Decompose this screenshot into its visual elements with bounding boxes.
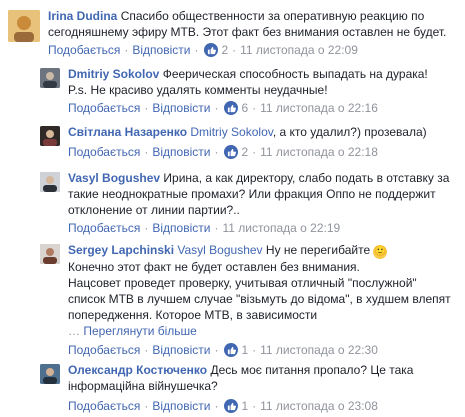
see-more-icon: …: [68, 324, 80, 338]
comment-text-line: інформаційна війнушечка?: [68, 379, 218, 393]
avatar[interactable]: [40, 364, 60, 384]
like-count[interactable]: 2: [241, 144, 248, 160]
avatar[interactable]: [40, 172, 60, 192]
user-photo-icon: [40, 364, 60, 384]
reply-button[interactable]: Відповісти: [152, 220, 210, 236]
comment-timestamp[interactable]: 11 листопада о 23:08: [260, 398, 378, 414]
thumbs-up-icon[interactable]: [204, 43, 219, 57]
comment-text-line: список МТВ в лучшем случае "візьмуть до …: [68, 292, 451, 306]
comment-actions: Подобається · Відповісти · 6 · 11 листоп…: [68, 100, 378, 116]
comment-text-line: Нацсовет проведет проверку, учитывая отл…: [68, 276, 417, 290]
comment-timestamp[interactable]: 11 листопада о 22:19: [222, 220, 340, 236]
like-button[interactable]: Подобається: [68, 144, 140, 160]
comment-author[interactable]: Vasyl Bogushev: [68, 171, 160, 185]
mention-link[interactable]: Vasyl Bogushev: [177, 243, 262, 257]
comment-text-line: Конечно этот факт не будет оставлен без …: [68, 260, 360, 274]
reply-button[interactable]: Відповісти: [152, 398, 210, 414]
avatar[interactable]: [40, 126, 60, 146]
user-photo-icon: [8, 10, 40, 42]
comment-author[interactable]: Олександр Костюченко: [68, 363, 207, 377]
comment-body: Irina Dudina Спасибо общественности за о…: [48, 8, 458, 40]
comment-text-line: Ирина, а как директору, слабо подать в о…: [163, 171, 450, 185]
comment-actions: Подобається · Відповісти · 2 · 11 листоп…: [68, 144, 378, 160]
comment-body: Dmitriy Sokolov Феерическая способность …: [68, 66, 458, 98]
like-button[interactable]: Подобається: [68, 100, 140, 116]
comment-actions: Подобається · Відповісти · 1 · 11 листоп…: [68, 342, 378, 358]
mention-link[interactable]: Dmitriy Sokolov: [190, 125, 272, 139]
reply-button[interactable]: Відповісти: [152, 342, 210, 358]
like-button[interactable]: Подобається: [68, 220, 140, 236]
thumbs-up-icon[interactable]: [224, 145, 239, 159]
avatar[interactable]: [40, 244, 60, 264]
see-more-link[interactable]: Переглянути більше: [83, 324, 197, 338]
comment-text-line: Десь моє питання пропало? Це така: [210, 363, 414, 377]
comment-text-line: попередження. Которое МТВ, в зависимости: [68, 308, 318, 322]
thumbs-up-icon[interactable]: [224, 399, 239, 413]
comment-text-line: Спасибо общественности за оперативную ре…: [120, 9, 425, 23]
comment-timestamp[interactable]: 11 листопада о 22:18: [260, 144, 378, 160]
avatar[interactable]: [40, 68, 60, 88]
comment-actions: Подобається · Відповісти · 1 · 11 листоп…: [68, 398, 378, 414]
like-count[interactable]: 6: [241, 100, 248, 116]
comment-author[interactable]: Irina Dudina: [48, 9, 117, 23]
user-photo-icon: [40, 68, 60, 88]
comment-actions: Подобається · Відповісти · 11 листопада …: [68, 220, 341, 236]
avatar[interactable]: [8, 10, 40, 42]
thumbs-up-icon[interactable]: [224, 343, 239, 357]
comment-author[interactable]: Світлана Назаренко: [68, 125, 187, 139]
comment-text: , а кто удалил?) прозевала): [272, 125, 427, 139]
like-button[interactable]: Подобається: [68, 398, 140, 414]
smile-emoji-icon: 🙂: [373, 245, 388, 259]
like-count[interactable]: 1: [241, 398, 248, 414]
thumbs-up-icon[interactable]: [224, 101, 239, 115]
comment-text-line: сегодняшнему эфиру МТВ. Этот факт без вн…: [48, 25, 447, 39]
user-photo-icon: [40, 172, 60, 192]
reply-button[interactable]: Відповісти: [152, 144, 210, 160]
reply-button[interactable]: Відповісти: [132, 42, 190, 58]
comment-body: Vasyl Bogushev Ирина, а как директору, с…: [68, 170, 458, 218]
comment-body: Світлана Назаренко Dmitriy Sokolov, а кт…: [68, 124, 458, 140]
reply-button[interactable]: Відповісти: [152, 100, 210, 116]
comment-timestamp[interactable]: 11 листопада о 22:09: [240, 42, 358, 58]
comment-text-line: отклонение от линии партии?..: [68, 203, 240, 217]
comment-author[interactable]: Sergey Lapchinski: [68, 243, 174, 257]
like-button[interactable]: Подобається: [68, 342, 140, 358]
comment-timestamp[interactable]: 11 листопада о 22:16: [260, 100, 378, 116]
comment-text-line: P.s. Не красиво удалять комменты неудачн…: [68, 83, 328, 97]
user-photo-icon: [40, 244, 60, 264]
comment-body: Sergey Lapchinski Vasyl Bogushev Ну не п…: [68, 242, 458, 339]
user-photo-icon: [40, 126, 60, 146]
comment-text-line: такие неоднократные промахи? Или фракция…: [68, 187, 436, 201]
comment-actions: Подобається · Відповісти · 2 · 11 листоп…: [48, 42, 358, 58]
comment-timestamp[interactable]: 11 листопада о 22:30: [260, 342, 378, 358]
comment-author[interactable]: Dmitriy Sokolov: [68, 67, 159, 81]
like-count[interactable]: 2: [221, 42, 228, 58]
comment-text-line: Феерическая способность выпадать на дура…: [162, 67, 428, 81]
like-count[interactable]: 1: [241, 342, 248, 358]
comment-body: Олександр Костюченко Десь моє питання пр…: [68, 362, 458, 394]
like-button[interactable]: Подобається: [48, 42, 120, 58]
comment-text: Ну не перегибайте: [262, 243, 371, 257]
